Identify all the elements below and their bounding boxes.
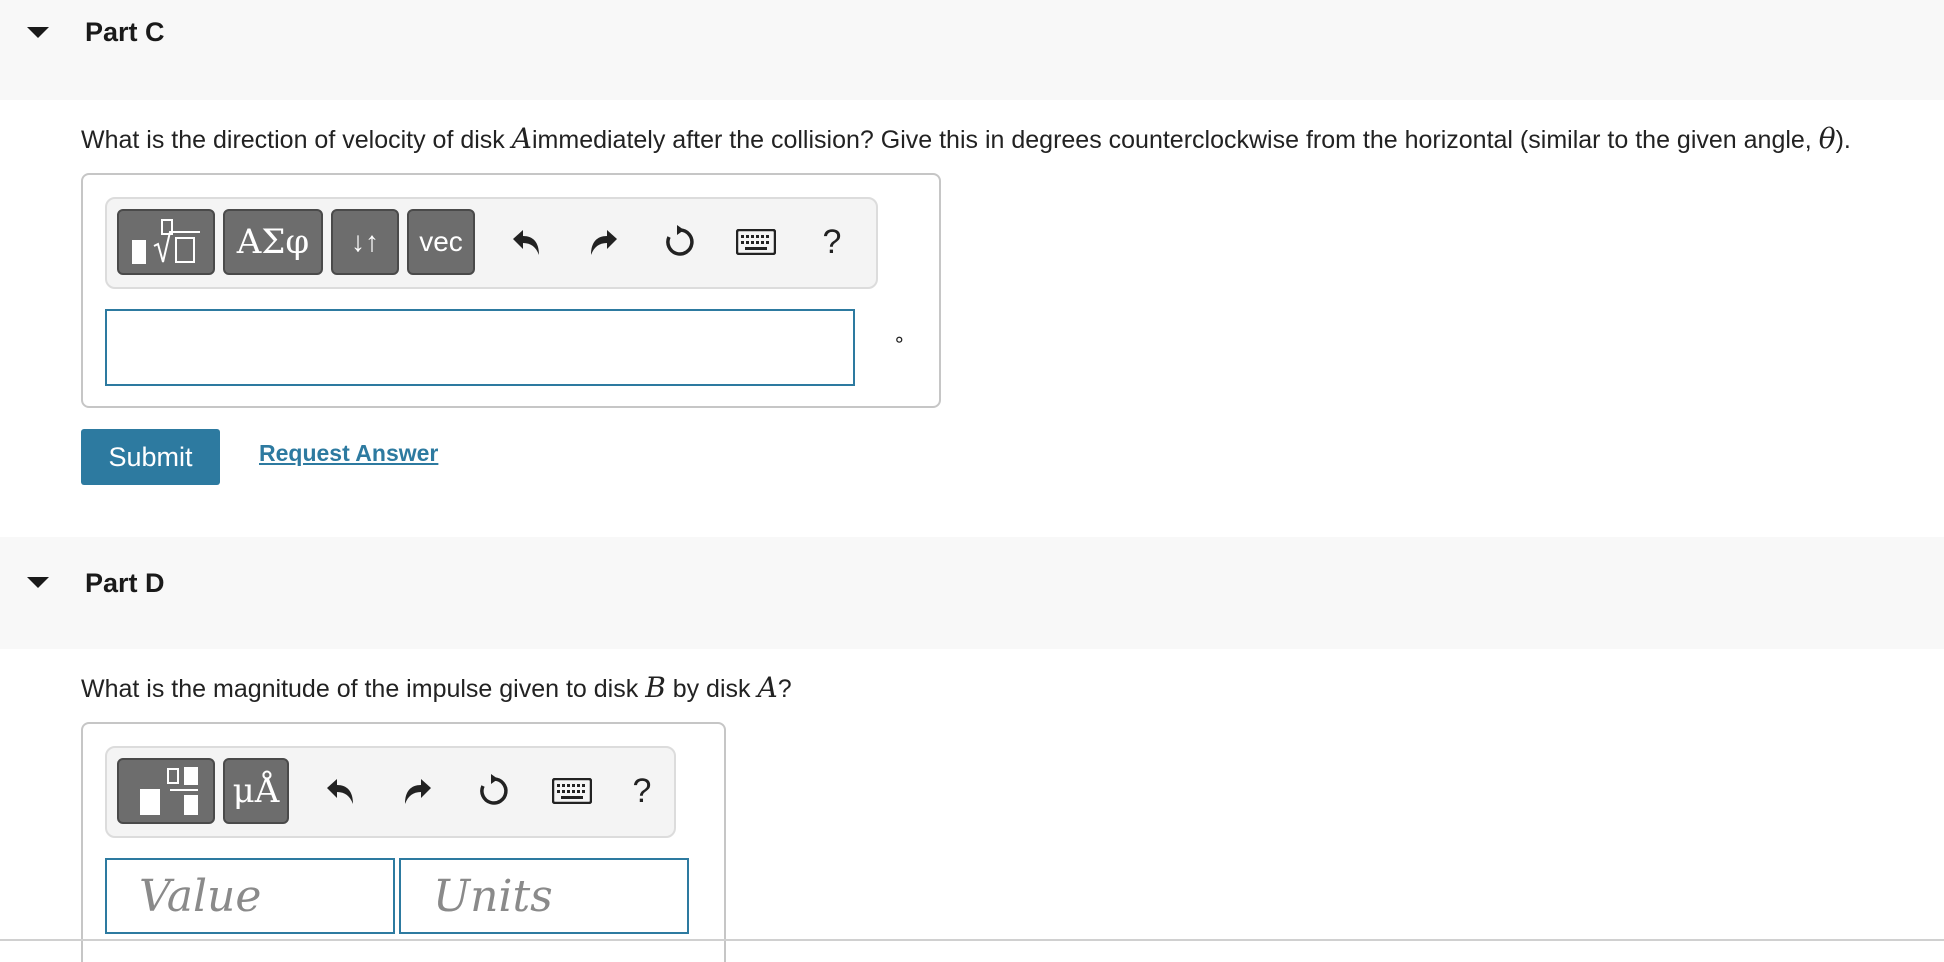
redo-button[interactable]: [391, 758, 445, 824]
subscript-superscript-button[interactable]: ↓↑: [331, 209, 399, 275]
part-c-header[interactable]: Part C: [0, 0, 1944, 100]
question-text: by disk: [665, 675, 758, 703]
undo-button[interactable]: [313, 758, 367, 824]
keyboard-button[interactable]: [545, 758, 599, 824]
reset-button[interactable]: [653, 209, 707, 275]
part-d-title: Part D: [85, 568, 165, 598]
part-d-header[interactable]: Part D: [0, 537, 1944, 649]
keyboard-button[interactable]: [729, 209, 783, 275]
question-text: ).: [1835, 126, 1851, 154]
vec-label: vec: [419, 226, 463, 257]
math-variable: θ: [1818, 122, 1836, 155]
value-units-template-icon: [140, 767, 198, 815]
bottom-divider: [0, 939, 1944, 941]
keyboard-icon: [736, 229, 776, 255]
reset-button[interactable]: [467, 758, 521, 824]
redo-icon: [405, 779, 431, 804]
question-text: ?: [777, 675, 792, 703]
units-placeholder: Units: [433, 870, 553, 922]
undo-icon: [327, 779, 353, 804]
part-c-question: What is the direction of velocity of dis…: [81, 122, 1851, 155]
fraction-sqrt-template-icon: [132, 219, 200, 264]
units-button[interactable]: μÅ: [223, 758, 289, 824]
submit-label: Submit: [108, 441, 193, 472]
help-button[interactable]: ?: [615, 758, 669, 824]
answer-input[interactable]: [105, 309, 855, 386]
arrows-label: ↓↑: [351, 226, 379, 257]
value-input[interactable]: Value: [105, 858, 395, 934]
part-c-answer-box: ΑΣφ ↓↑ vec ? ∘: [81, 173, 941, 408]
degree-unit-symbol: ∘: [893, 329, 906, 351]
request-answer-link[interactable]: Request Answer: [259, 440, 438, 467]
question-text: immediately after the collision? Give th…: [531, 126, 1819, 154]
units-input[interactable]: Units: [399, 858, 689, 934]
math-variable: B: [645, 671, 666, 704]
keyboard-icon: [552, 778, 592, 804]
undo-button[interactable]: [499, 209, 553, 275]
part-d-question: What is the magnitude of the impulse giv…: [81, 671, 792, 704]
help-label: ?: [632, 771, 652, 810]
question-text: What is the magnitude of the impulse giv…: [81, 675, 646, 703]
undo-icon: [513, 230, 539, 255]
vector-button[interactable]: vec: [407, 209, 475, 275]
reset-icon: [666, 225, 694, 256]
reset-icon: [480, 774, 508, 805]
collapse-caret-icon[interactable]: [27, 27, 49, 38]
collapse-caret-icon[interactable]: [27, 577, 49, 588]
templates-button[interactable]: [117, 209, 215, 275]
units-label: μÅ: [232, 771, 280, 811]
templates-button[interactable]: [117, 758, 215, 824]
greek-symbols-label: ΑΣφ: [236, 222, 310, 262]
help-button[interactable]: ?: [805, 209, 859, 275]
part-c-title: Part C: [85, 17, 165, 47]
submit-button[interactable]: Submit: [81, 429, 220, 485]
units-toolbar: μÅ ?: [105, 746, 676, 838]
help-label: ?: [822, 222, 842, 261]
value-placeholder: Value: [139, 870, 262, 922]
redo-button[interactable]: [577, 209, 631, 275]
part-d-answer-box: μÅ ? Value Units: [81, 722, 726, 962]
greek-symbols-button[interactable]: ΑΣφ: [223, 209, 323, 275]
redo-icon: [591, 230, 617, 255]
math-variable: A: [757, 671, 778, 704]
question-text: What is the direction of velocity of dis…: [81, 126, 512, 154]
math-variable: A: [511, 122, 532, 155]
math-toolbar: ΑΣφ ↓↑ vec ?: [105, 197, 878, 289]
